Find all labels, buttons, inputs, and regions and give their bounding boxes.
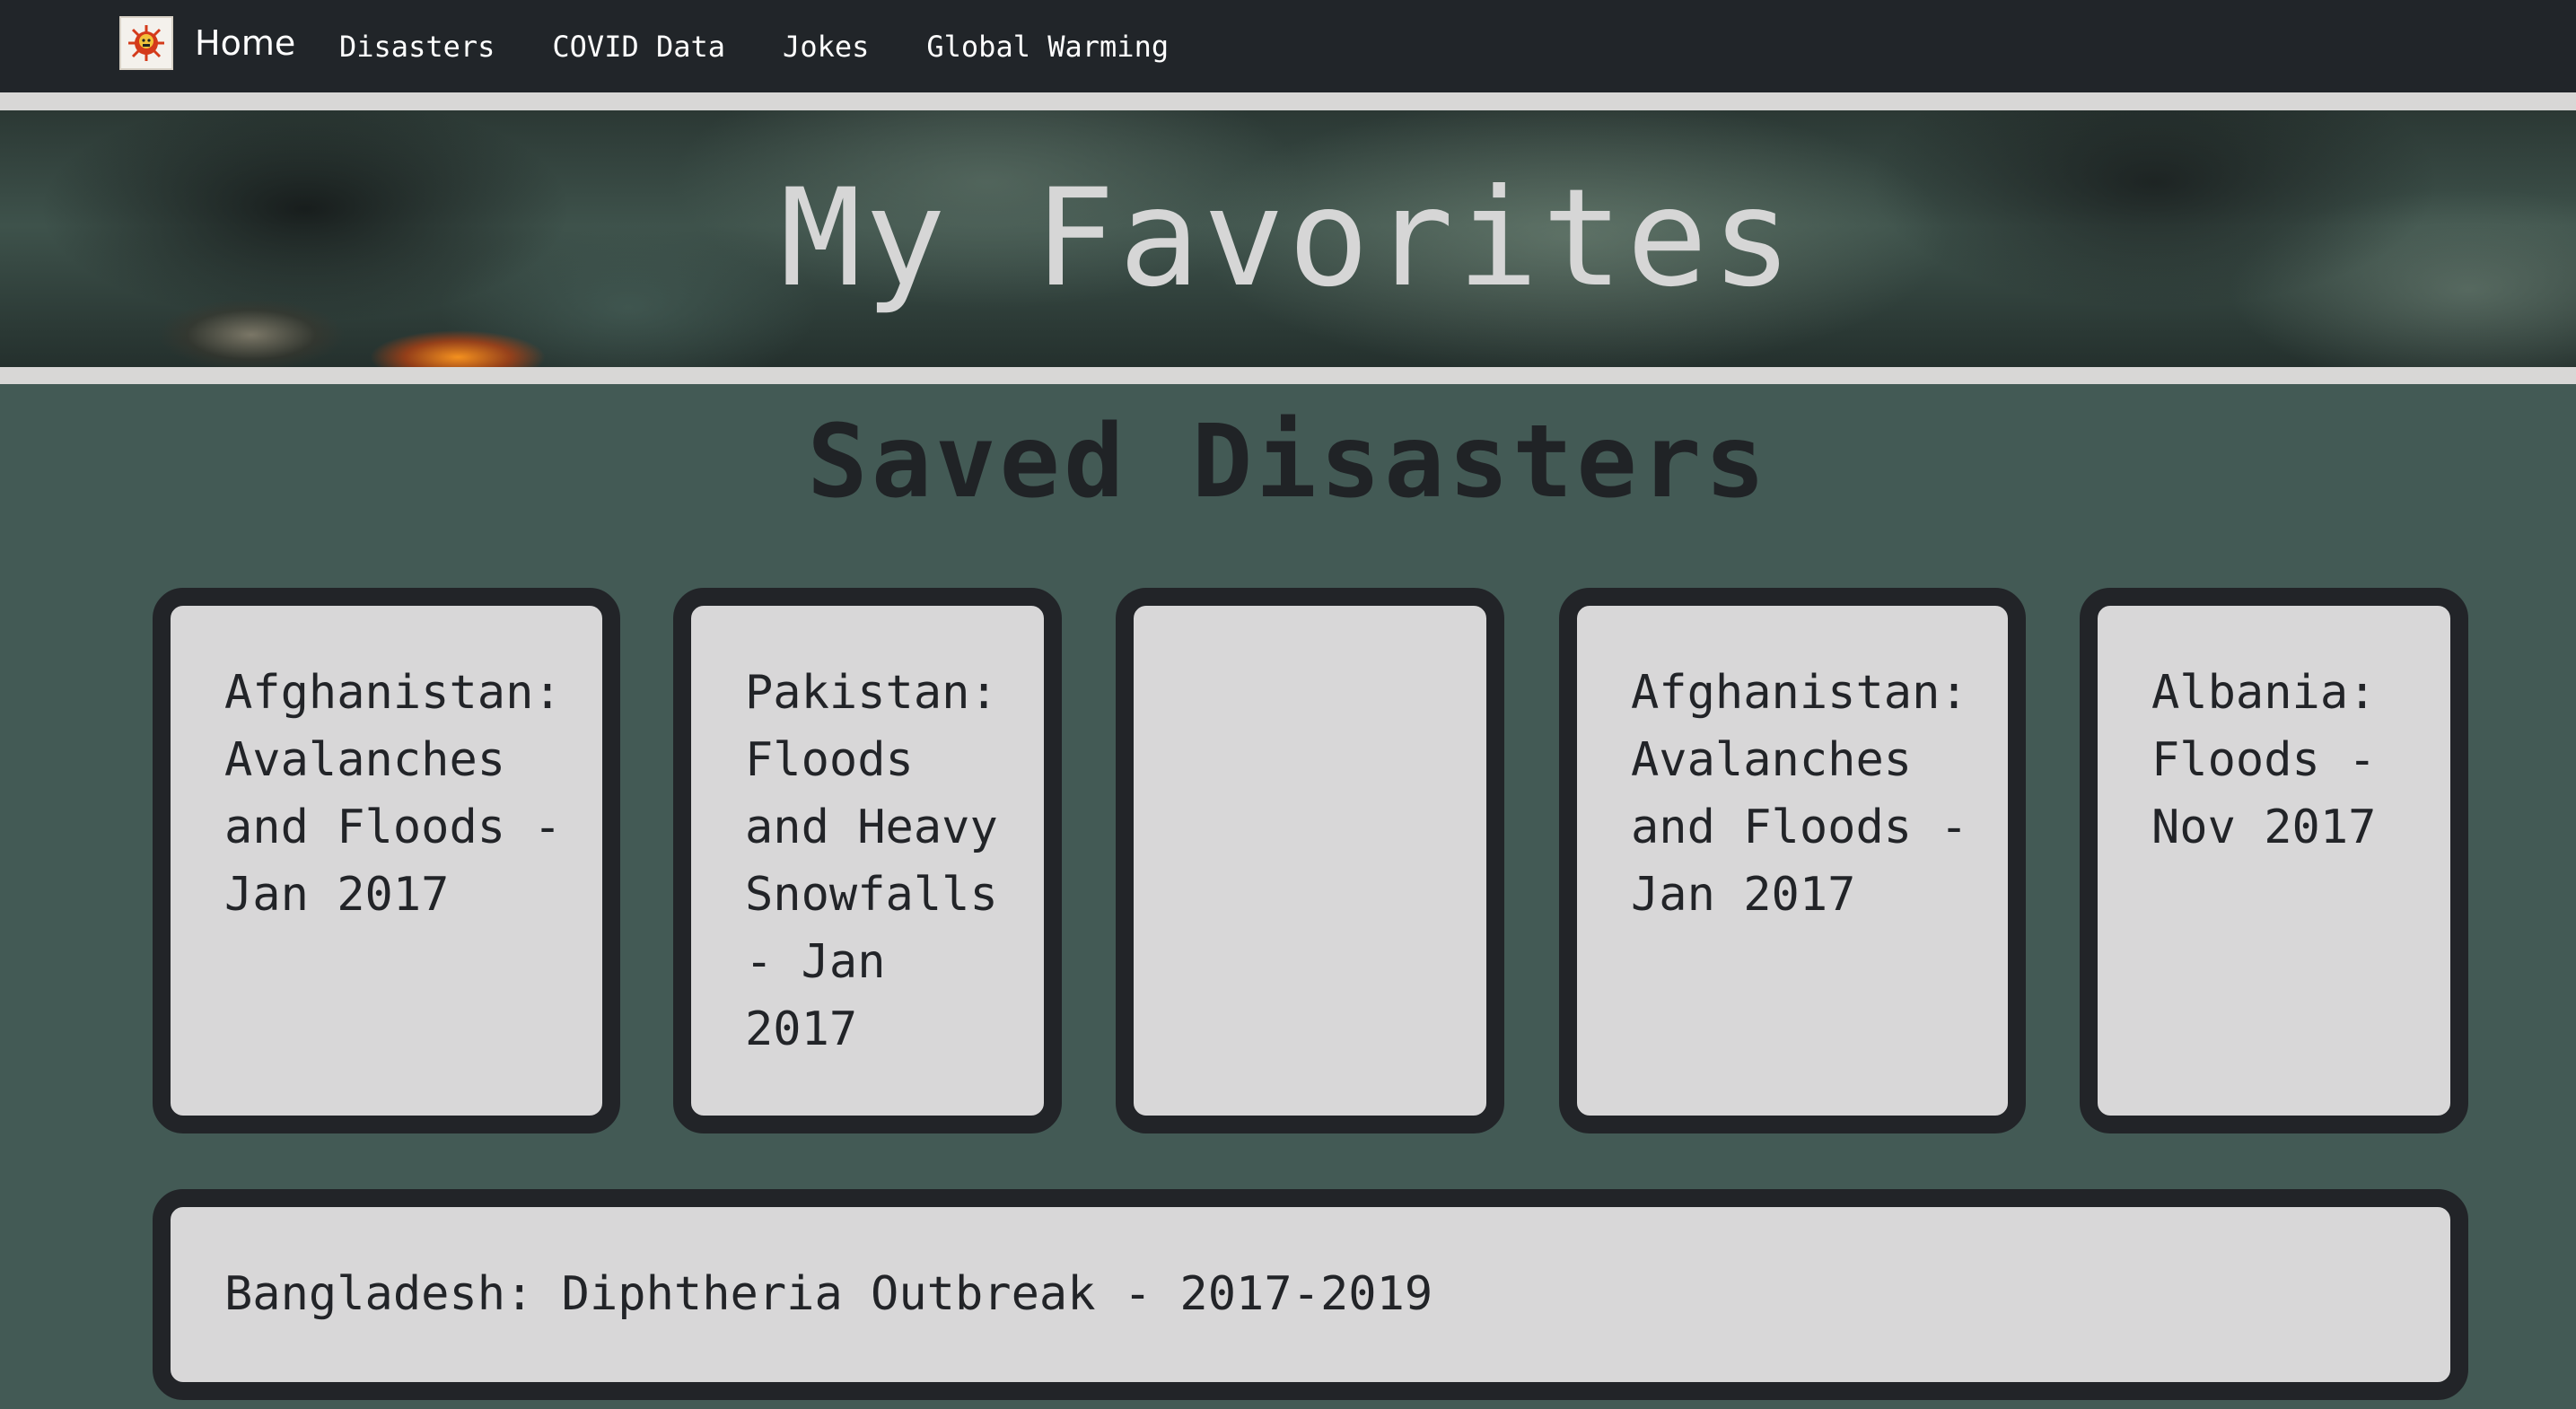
saved-disaster-card-wide[interactable]: Bangladesh: Diphtheria Outbreak - 2017-2… [153,1189,2468,1400]
saved-disaster-card[interactable] [1116,588,1504,1133]
card-label: Bangladesh: Diphtheria Outbreak - 2017-2… [224,1267,1433,1321]
home-link[interactable]: Home [119,16,295,70]
top-navbar: Home Disasters COVID Data Jokes Global W… [0,0,2576,92]
nav-links: Disasters COVID Data Jokes Global Warmin… [339,0,1226,92]
card-label: Afghanistan: Avalanches and Floods - Jan… [224,666,562,922]
card-label: Pakistan: Floods and Heavy Snowfalls - J… [745,666,998,1056]
banner-bottom-border [0,367,2576,384]
saved-disaster-card[interactable]: Afghanistan: Avalanches and Floods - Jan… [1559,588,2026,1133]
saved-disaster-card[interactable]: Albania: Floods - Nov 2017 [2080,588,2468,1133]
card-label: Albania: Floods - Nov 2017 [2151,666,2377,854]
saved-disaster-card[interactable]: Pakistan: Floods and Heavy Snowfalls - J… [673,588,1062,1133]
hero-banner: My Favorites [0,110,2576,367]
card-label: Afghanistan: Avalanches and Floods - Jan… [1631,666,1968,922]
nav-link-global-warming[interactable]: Global Warming [926,30,1169,64]
nav-link-covid-data[interactable]: COVID Data [552,30,725,64]
nav-link-disasters[interactable]: Disasters [339,30,495,64]
page-title: My Favorites [780,161,1796,317]
nav-link-jokes[interactable]: Jokes [783,30,869,64]
home-label: Home [195,23,296,63]
banner-top-border [0,92,2576,110]
saved-disaster-card[interactable]: Afghanistan: Avalanches and Floods - Jan… [153,588,620,1133]
section-title: Saved Disasters [807,404,1769,521]
virus-logo-icon [119,16,173,70]
